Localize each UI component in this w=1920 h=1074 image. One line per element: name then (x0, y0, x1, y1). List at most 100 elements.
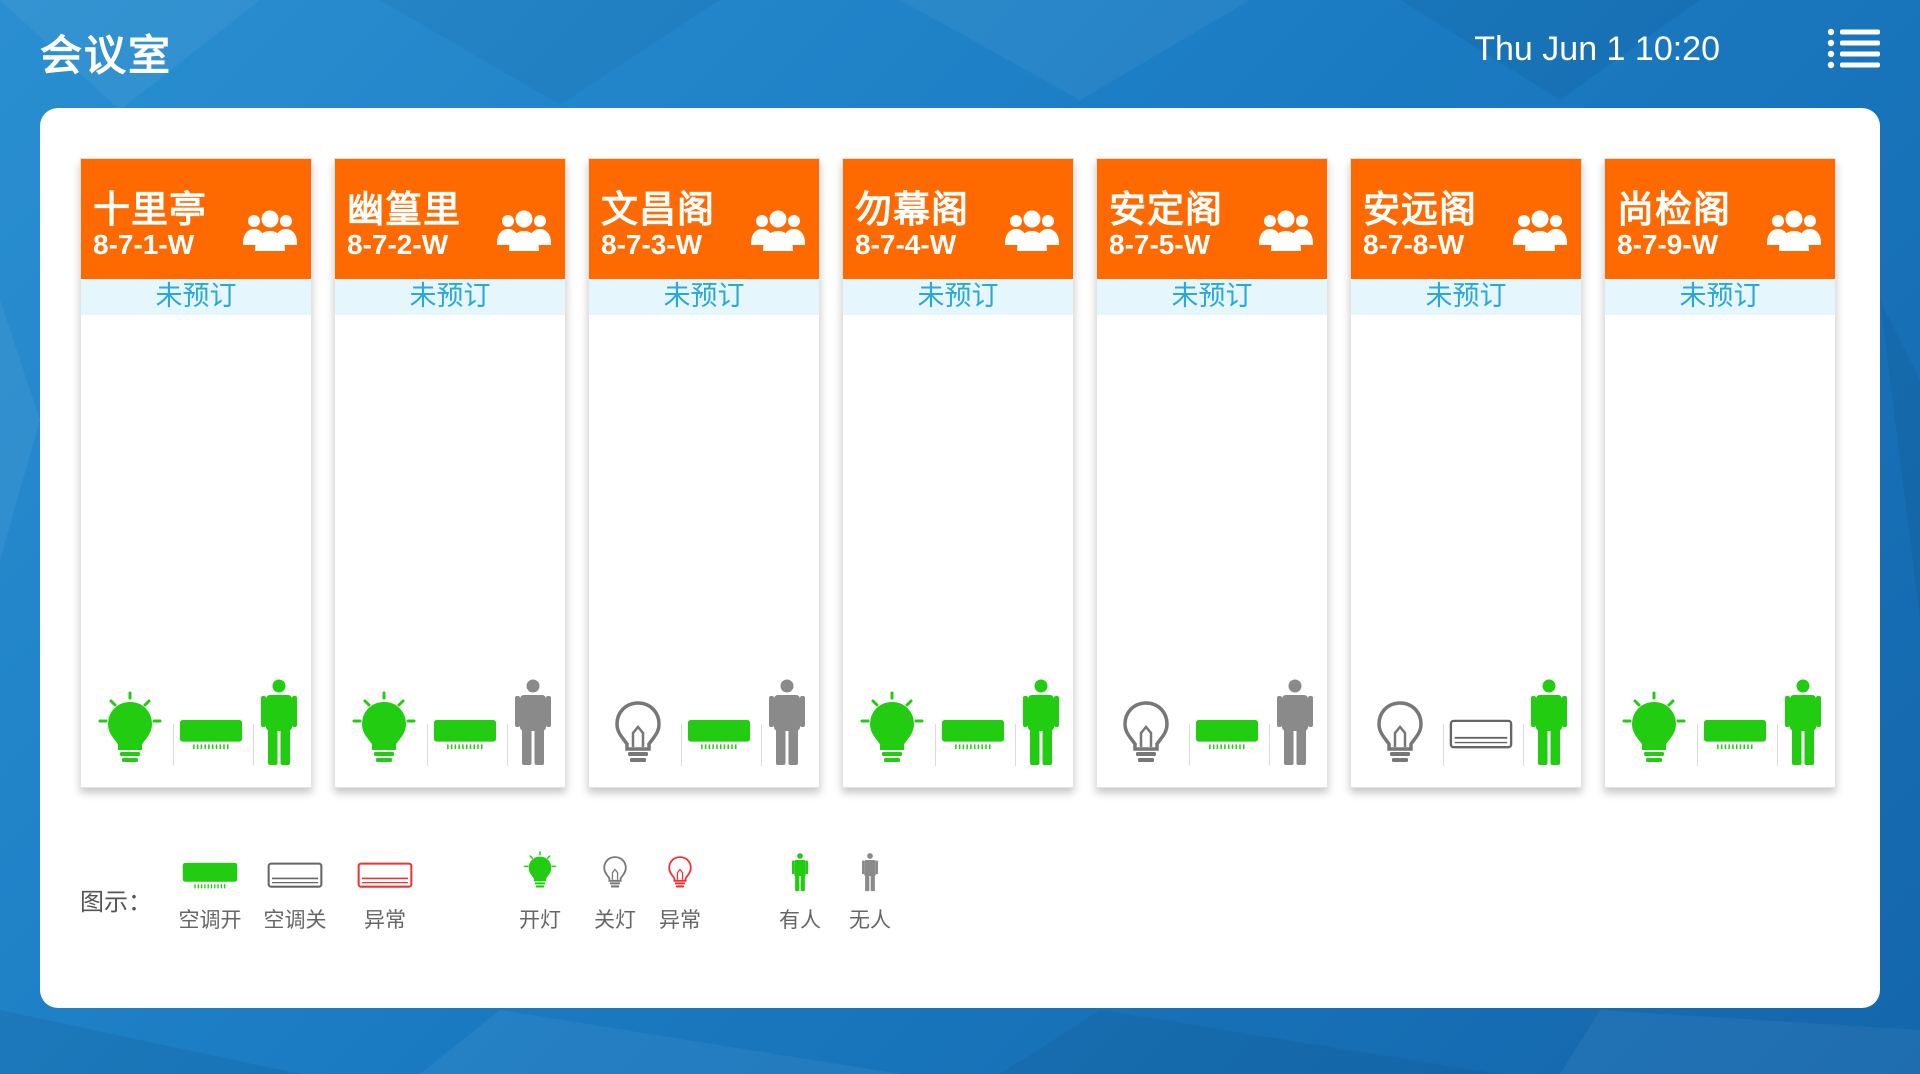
light-bulb-icon (603, 689, 673, 767)
device-status-row (843, 679, 1073, 769)
divider (1189, 724, 1190, 766)
air-conditioner-icon (177, 719, 245, 751)
room-card-header: 十里亭 8-7-1-W (81, 159, 311, 279)
room-code: 8-7-3-W (601, 229, 703, 260)
light-bulb-icon (95, 689, 165, 767)
room-name: 幽篁里 (347, 188, 461, 231)
group-users-icon (497, 207, 551, 253)
person-icon (1023, 679, 1059, 765)
device-status-row (1605, 679, 1835, 769)
room-code: 8-7-2-W (347, 229, 449, 260)
booking-status: 未预订 (1351, 279, 1581, 315)
device-status-row (335, 679, 565, 769)
room-card[interactable]: 安定阁 8-7-5-W 未预订 (1096, 158, 1328, 788)
air-conditioner-icon (1701, 719, 1769, 751)
legend-item: 有人 (760, 848, 840, 938)
legend-item: 无人 (830, 848, 910, 938)
air-conditioner-icon (431, 719, 499, 751)
room-card[interactable]: 安远阁 8-7-8-W 未预订 (1350, 158, 1582, 788)
room-card-header: 幽篁里 8-7-2-W (335, 159, 565, 279)
group-users-icon (243, 207, 297, 253)
legend-item: 异常 (640, 848, 720, 938)
legend-label: 异常 (659, 908, 701, 932)
divider (173, 724, 174, 766)
legend-label: 异常 (364, 908, 406, 932)
divider (935, 724, 936, 766)
group-users-icon (751, 207, 805, 253)
top-bar: 会议室 Thu Jun 1 10:20 (0, 0, 1920, 105)
booking-status: 未预订 (1605, 279, 1835, 315)
person-icon (769, 679, 805, 765)
booking-status: 未预订 (1097, 279, 1327, 315)
group-users-icon (1767, 207, 1821, 253)
room-card-header: 文昌阁 8-7-3-W (589, 159, 819, 279)
room-card-header: 安定阁 8-7-5-W (1097, 159, 1327, 279)
device-status-row (589, 679, 819, 769)
light-bulb-icon (1111, 689, 1181, 767)
person-icon (515, 679, 551, 765)
divider (761, 724, 762, 766)
divider (427, 724, 428, 766)
ac-on-icon (170, 848, 250, 898)
legend-label: 空调关 (263, 908, 327, 932)
group-users-icon (1513, 207, 1567, 253)
light-error-icon (640, 848, 720, 898)
room-card[interactable]: 十里亭 8-7-1-W 未预订 (80, 158, 312, 788)
room-name: 安远阁 (1363, 188, 1477, 231)
divider (1015, 724, 1016, 766)
ac-error-icon (345, 848, 425, 898)
room-code: 8-7-9-W (1617, 229, 1719, 260)
room-code: 8-7-4-W (855, 229, 957, 260)
legend-item: 空调开 (170, 848, 250, 938)
booking-status: 未预订 (335, 279, 565, 315)
room-code: 8-7-1-W (93, 229, 195, 260)
legend-item: 空调关 (255, 848, 335, 938)
room-name: 安定阁 (1109, 188, 1223, 231)
legend-label: 无人 (849, 908, 891, 932)
divider (1269, 724, 1270, 766)
group-users-icon (1259, 207, 1313, 253)
divider (1777, 724, 1778, 766)
booking-status: 未预订 (843, 279, 1073, 315)
legend: 图示： 空调开 空调关 异常 开灯 关灯 异常 有人 无人 (80, 848, 891, 938)
legend-item: 异常 (345, 848, 425, 938)
person-icon (1785, 679, 1821, 765)
legend-title: 图示： (80, 888, 152, 916)
device-status-row (1097, 679, 1327, 769)
legend-item: 开灯 (500, 848, 580, 938)
divider (507, 724, 508, 766)
booking-status: 未预订 (589, 279, 819, 315)
room-card[interactable]: 幽篁里 8-7-2-W 未预订 (334, 158, 566, 788)
legend-label: 开灯 (519, 908, 561, 932)
room-card-header: 安远阁 8-7-8-W (1351, 159, 1581, 279)
air-conditioner-icon (1193, 719, 1261, 751)
divider (1523, 724, 1524, 766)
light-bulb-icon (1365, 689, 1435, 767)
room-name: 文昌阁 (601, 188, 715, 231)
room-card[interactable]: 文昌阁 8-7-3-W 未预订 (588, 158, 820, 788)
page-title: 会议室 (40, 31, 173, 80)
device-status-row (1351, 679, 1581, 769)
air-conditioner-icon (939, 719, 1007, 751)
room-card-header: 尚检阁 8-7-9-W (1605, 159, 1835, 279)
room-name: 尚检阁 (1617, 188, 1731, 231)
air-conditioner-icon (1447, 719, 1515, 751)
group-users-icon (1005, 207, 1059, 253)
room-card[interactable]: 尚检阁 8-7-9-W 未预订 (1604, 158, 1836, 788)
room-card[interactable]: 勿幕阁 8-7-4-W 未预订 (842, 158, 1074, 788)
divider (1697, 724, 1698, 766)
room-card-header: 勿幕阁 8-7-4-W (843, 159, 1073, 279)
person-absent-icon (830, 848, 910, 898)
datetime-display: Thu Jun 1 10:20 (1474, 30, 1720, 68)
person-icon (261, 679, 297, 765)
divider (1443, 724, 1444, 766)
light-bulb-icon (1619, 689, 1689, 767)
list-menu-icon[interactable] (1826, 26, 1882, 72)
legend-label: 空调开 (178, 908, 242, 932)
room-name: 十里亭 (93, 188, 207, 231)
room-name: 勿幕阁 (855, 188, 969, 231)
ac-off-icon (255, 848, 335, 898)
legend-label: 有人 (779, 908, 821, 932)
room-code: 8-7-8-W (1363, 229, 1465, 260)
air-conditioner-icon (685, 719, 753, 751)
